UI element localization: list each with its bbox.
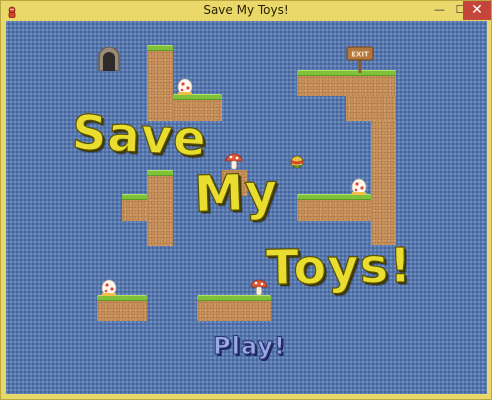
- egg-toy-icon[interactable]: [350, 177, 368, 195]
- exit-sign-label: EXIT: [351, 51, 369, 59]
- dirt-block: [297, 76, 396, 96]
- door-icon: [98, 47, 120, 71]
- title-word-toys: Toys!: [265, 237, 413, 297]
- dirt-block: [197, 301, 271, 321]
- close-button[interactable]: ✕: [463, 1, 491, 20]
- egg-toy-icon[interactable]: [176, 77, 194, 95]
- window-title: Save My Toys!: [203, 3, 289, 17]
- dirt-block: [297, 200, 371, 221]
- dirt-block: [97, 301, 147, 321]
- title-bar[interactable]: Save My Toys! — ☐ ✕: [1, 1, 491, 21]
- title-word-my: My: [192, 162, 280, 224]
- game-canvas[interactable]: EXIT Save My Toys! Play!: [6, 21, 487, 394]
- dirt-block: [346, 96, 396, 121]
- app-window: Save My Toys! — ☐ ✕ EXIT Save My Toys! P…: [0, 0, 492, 400]
- dirt-block: [147, 176, 173, 246]
- ball-icon[interactable]: [290, 155, 304, 169]
- exit-sign-icon[interactable]: EXIT: [346, 45, 374, 73]
- title-word-save: Save: [70, 104, 209, 168]
- dirt-block: [371, 121, 396, 245]
- play-button[interactable]: Play!: [213, 332, 286, 361]
- dirt-block: [122, 200, 147, 221]
- egg-toy-icon[interactable]: [100, 278, 118, 296]
